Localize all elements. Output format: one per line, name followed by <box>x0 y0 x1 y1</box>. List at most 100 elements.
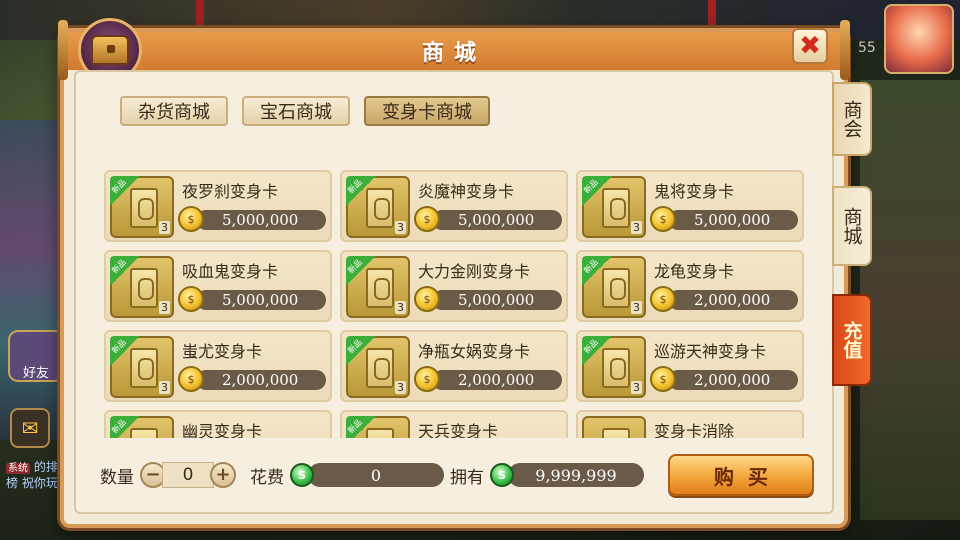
shop-item[interactable]: 新品 3 炎魔神变身卡 $5,000,000 <box>340 170 568 242</box>
transform-card-icon <box>582 416 646 438</box>
new-badge: 新品 <box>346 336 376 366</box>
shop-item[interactable]: 变身卡消除 <box>576 410 804 438</box>
new-badge: 新品 <box>582 256 612 286</box>
item-name: 天兵变身卡 <box>418 422 499 438</box>
new-badge: 新品 <box>110 256 140 286</box>
new-badge: 新品 <box>346 416 376 438</box>
side-tab-recharge[interactable]: 充值 <box>832 294 872 386</box>
item-grid: 新品 3 夜罗刹变身卡 $5,000,000 新品 3 炎魔神变身卡 $5,000,000 新品… <box>104 170 812 438</box>
item-count: 3 <box>159 381 170 394</box>
quantity-stepper: − 0 + <box>140 462 236 488</box>
item-count: 3 <box>395 301 406 314</box>
tab-gem-shop[interactable]: 宝石商城 <box>242 96 350 126</box>
player-level: 55 <box>858 40 876 56</box>
item-name: 大力金刚变身卡 <box>418 262 531 281</box>
chat-icon[interactable]: ✉ <box>10 408 50 448</box>
owned-value: 9,999,999 <box>508 463 644 487</box>
side-tab-guild-shop[interactable]: 商会 <box>832 82 872 156</box>
frame-pillar-right <box>840 20 850 80</box>
gold-coin-icon: $ <box>650 286 676 312</box>
new-badge: 新品 <box>582 176 612 206</box>
transform-card-icon: 新品 3 <box>582 256 646 318</box>
item-count: 3 <box>159 221 170 234</box>
friends-label: 好友 <box>22 366 49 381</box>
gold-coin-icon: $ <box>650 366 676 392</box>
new-badge: 新品 <box>110 416 140 438</box>
quantity-label: 数量 <box>100 467 134 488</box>
item-count: 3 <box>631 221 642 234</box>
shop-item[interactable]: 新品 3 巡游天神变身卡 $2,000,000 <box>576 330 804 402</box>
tab-grocery-shop[interactable]: 杂货商城 <box>120 96 228 126</box>
close-icon: ✖ <box>799 31 821 61</box>
transform-card-icon: 新品 3 <box>582 176 646 238</box>
transform-card-icon: 新品 3 <box>582 336 646 398</box>
shop-item[interactable]: 新品 3 吸血鬼变身卡 $5,000,000 <box>104 250 332 322</box>
plus-button[interactable]: + <box>210 462 236 488</box>
tab-transform-card-shop[interactable]: 变身卡商城 <box>364 96 490 126</box>
new-badge: 新品 <box>346 176 376 206</box>
buy-button[interactable]: 购买 <box>668 454 814 496</box>
frame-pillar-left <box>58 20 68 80</box>
shop-item[interactable]: 新品 3 净瓶女娲变身卡 $2,000,000 <box>340 330 568 402</box>
item-price: 5,000,000 <box>668 210 798 230</box>
jade-coin-icon: S <box>490 463 514 487</box>
shop-item[interactable]: 新品 3 夜罗刹变身卡 $5,000,000 <box>104 170 332 242</box>
item-name: 蚩尤变身卡 <box>182 342 263 361</box>
gold-coin-icon: $ <box>178 286 204 312</box>
gold-coin-icon: $ <box>414 366 440 392</box>
item-name: 巡游天神变身卡 <box>654 342 767 361</box>
shop-item[interactable]: 新品 天兵变身卡 <box>340 410 568 438</box>
cost-value: 0 <box>308 463 444 487</box>
item-name: 吸血鬼变身卡 <box>182 262 279 281</box>
shop-item[interactable]: 新品 3 蚩尤变身卡 $2,000,000 <box>104 330 332 402</box>
item-price: 2,000,000 <box>432 370 562 390</box>
side-tab-mall[interactable]: 商城 <box>832 186 872 266</box>
transform-card-icon: 新品 <box>110 416 174 438</box>
item-count: 3 <box>631 301 642 314</box>
transform-card-icon: 新品 3 <box>110 176 174 238</box>
item-name: 净瓶女娲变身卡 <box>418 342 531 361</box>
friends-button[interactable]: 好友 <box>8 330 64 382</box>
title-bar: 商城 <box>64 32 844 70</box>
item-name: 炎魔神变身卡 <box>418 182 515 201</box>
new-badge: 新品 <box>110 336 140 366</box>
cost-label: 花费 <box>250 467 284 488</box>
sub-tab-bar: 杂货商城 宝石商城 变身卡商城 <box>120 96 490 126</box>
system-tag: 系统 <box>6 463 30 474</box>
shop-item[interactable]: 新品 3 大力金刚变身卡 $5,000,000 <box>340 250 568 322</box>
shop-item[interactable]: 新品 幽灵变身卡 <box>104 410 332 438</box>
item-price: 2,000,000 <box>196 370 326 390</box>
item-count: 3 <box>395 381 406 394</box>
item-price: 5,000,000 <box>432 290 562 310</box>
transform-card-icon: 新品 3 <box>346 176 410 238</box>
new-badge: 新品 <box>582 336 612 366</box>
close-button[interactable]: ✖ <box>792 28 828 64</box>
transform-card-icon: 新品 3 <box>110 336 174 398</box>
quantity-value[interactable]: 0 <box>162 462 214 488</box>
gold-coin-icon: $ <box>414 206 440 232</box>
item-name: 变身卡消除 <box>654 422 735 438</box>
item-name: 鬼将变身卡 <box>654 182 735 201</box>
shop-item[interactable]: 新品 3 鬼将变身卡 $5,000,000 <box>576 170 804 242</box>
game-background-right <box>860 80 960 520</box>
gold-coin-icon: $ <box>414 286 440 312</box>
item-name: 夜罗刹变身卡 <box>182 182 279 201</box>
transform-card-icon: 新品 3 <box>110 256 174 318</box>
item-price: 5,000,000 <box>196 210 326 230</box>
item-count: 3 <box>631 381 642 394</box>
item-price: 2,000,000 <box>668 370 798 390</box>
gold-coin-icon: $ <box>178 366 204 392</box>
shop-item[interactable]: 新品 3 龙龟变身卡 $2,000,000 <box>576 250 804 322</box>
transform-card-icon: 新品 3 <box>346 336 410 398</box>
item-name: 幽灵变身卡 <box>182 422 263 438</box>
item-count: 3 <box>159 301 170 314</box>
player-avatar[interactable] <box>884 4 954 74</box>
new-badge: 新品 <box>346 256 376 286</box>
gold-coin-icon: $ <box>178 206 204 232</box>
transform-card-icon: 新品 3 <box>346 256 410 318</box>
item-count: 3 <box>395 221 406 234</box>
gold-coin-icon: $ <box>650 206 676 232</box>
item-name: 龙龟变身卡 <box>654 262 735 281</box>
panel-title: 商城 <box>421 40 486 66</box>
item-price: 5,000,000 <box>432 210 562 230</box>
